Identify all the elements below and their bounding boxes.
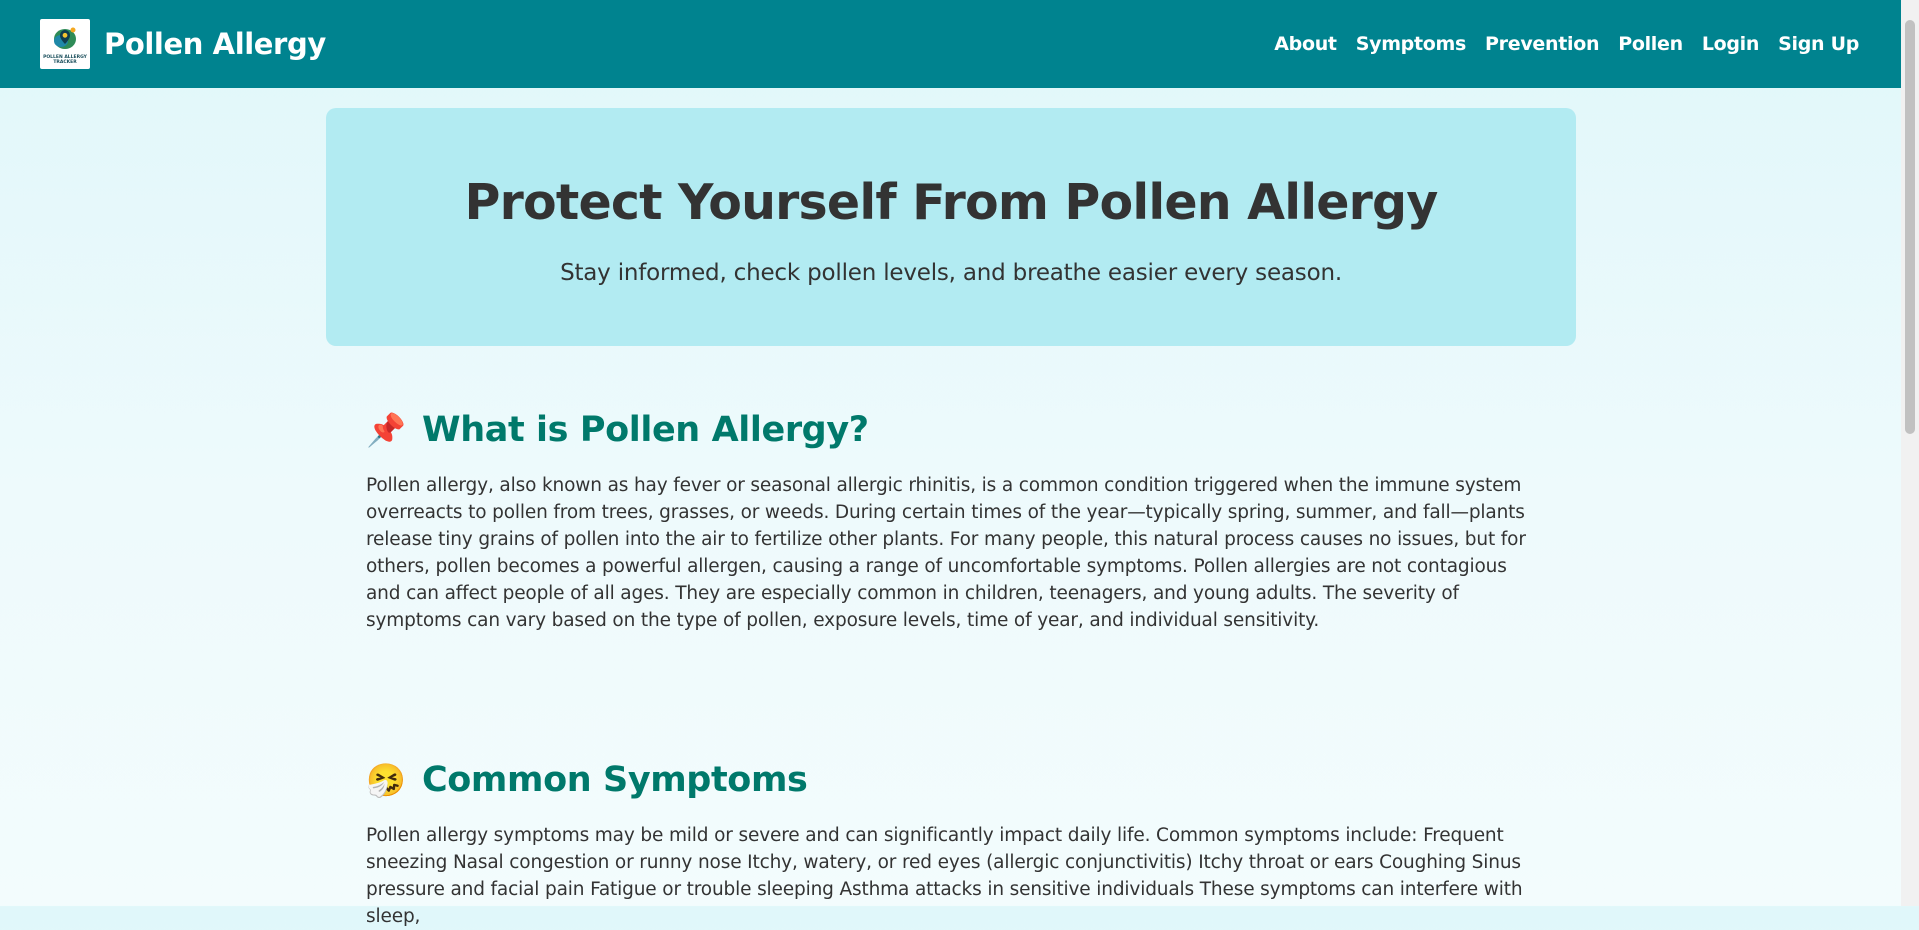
nav-link-prevention[interactable]: Prevention	[1485, 33, 1599, 55]
hero-subtitle: Stay informed, check pollen levels, and …	[560, 260, 1342, 286]
section-body: Pollen allergy symptoms may be mild or s…	[366, 825, 1523, 927]
logo-icon	[54, 27, 76, 49]
nav-link-pollen[interactable]: Pollen	[1618, 33, 1683, 55]
hero-title: Protect Yourself From Pollen Allergy	[464, 174, 1439, 231]
nav-link-login[interactable]: Login	[1702, 33, 1760, 55]
brand[interactable]: POLLEN ALLERGY TRACKER Pollen Allergy	[40, 19, 326, 69]
scrollbar-thumb[interactable]	[1905, 20, 1915, 434]
top-navbar: POLLEN ALLERGY TRACKER Pollen Allergy Ab…	[0, 0, 1901, 88]
section-title: What is Pollen Allergy?	[422, 410, 869, 450]
logo-text: POLLEN ALLERGY TRACKER	[43, 54, 87, 65]
pushpin-icon: 📌	[366, 411, 406, 449]
brand-name[interactable]: Pollen Allergy	[104, 27, 326, 61]
nav-link-symptoms[interactable]: Symptoms	[1356, 33, 1467, 55]
sneezing-face-icon: 🤧	[366, 761, 406, 799]
section-title: Common Symptoms	[422, 760, 808, 800]
hero-banner: Protect Yourself From Pollen Allergy Sta…	[326, 108, 1576, 346]
logo[interactable]: POLLEN ALLERGY TRACKER	[40, 19, 90, 69]
section-symptoms: 🤧 Common Symptoms Pollen allergy symptom…	[366, 760, 1536, 930]
nav-menu: About Symptoms Prevention Pollen Login S…	[1255, 33, 1859, 55]
section-heading: 📌 What is Pollen Allergy?	[366, 410, 1536, 450]
vertical-scrollbar[interactable]	[1901, 0, 1919, 906]
section-what-is: 📌 What is Pollen Allergy? Pollen allergy…	[366, 410, 1536, 634]
nav-link-signup[interactable]: Sign Up	[1778, 33, 1859, 55]
section-heading: 🤧 Common Symptoms	[366, 760, 1536, 800]
section-body: Pollen allergy, also known as hay fever …	[366, 475, 1526, 631]
nav-link-about[interactable]: About	[1274, 33, 1337, 55]
